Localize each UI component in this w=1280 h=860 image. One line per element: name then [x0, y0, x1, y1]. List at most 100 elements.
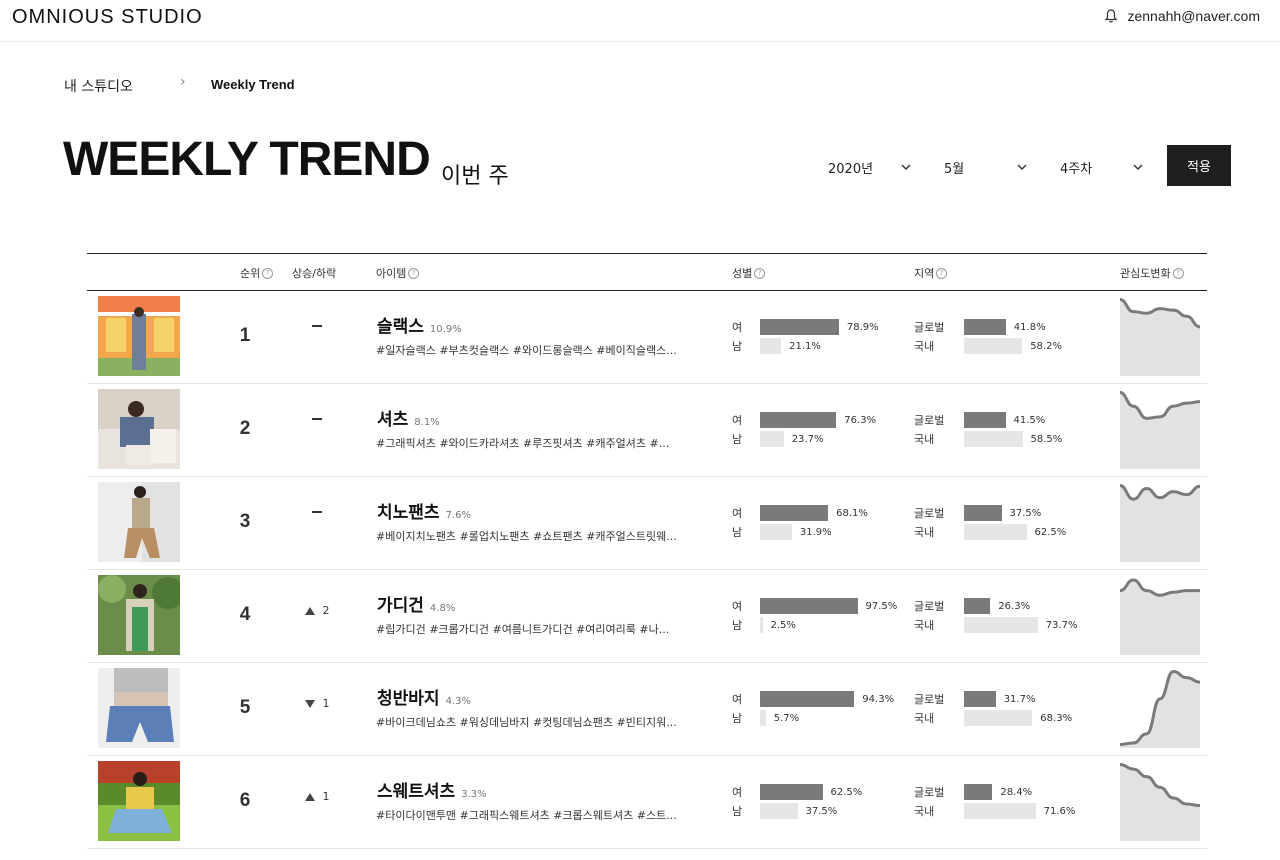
interest-sparkline[interactable]	[1120, 575, 1200, 655]
item-thumbnail[interactable]	[98, 389, 180, 469]
help-icon[interactable]: ?	[408, 267, 420, 279]
item-share: 4.3%	[445, 696, 471, 707]
table-row[interactable]: 6 1 스웨트셔츠 3.3% #타이다이맨투맨 #그래픽스웨트셔츠 #크롭스웨트셔츠 #…	[87, 756, 1207, 849]
gender-female-label: 여	[732, 600, 743, 613]
gender-female-value: 78.9%	[846, 321, 879, 333]
rank-change: 1	[287, 697, 347, 710]
item-name-text: 치노팬츠	[377, 503, 440, 523]
gender-female-bar: 여 76.3%	[732, 412, 876, 428]
item-name[interactable]: 청반바지 4.3%	[377, 684, 471, 709]
help-icon[interactable]: ?	[1172, 267, 1184, 279]
region-global-bar: 글로벌 28.4%	[914, 784, 1032, 800]
gender-male-bar: 남 5.7%	[732, 710, 799, 726]
column-header-change: 상승/하락	[292, 265, 336, 281]
item-name[interactable]: 가디건 4.8%	[377, 591, 455, 616]
region-domestic-bar: 국내 73.7%	[914, 617, 1077, 633]
user-menu[interactable]: zennahh@naver.com	[1103, 8, 1260, 24]
gender-male-label: 남	[732, 805, 743, 818]
brand-logo[interactable]: OMNIOUS STUDIO	[12, 6, 203, 29]
help-icon[interactable]: ?	[262, 267, 274, 279]
help-icon[interactable]: ?	[936, 267, 948, 279]
region-global-value: 41.5%	[1013, 414, 1046, 426]
bar-fill	[760, 505, 829, 521]
year-select[interactable]: 2020년	[828, 150, 912, 184]
gender-female-value: 97.5%	[865, 600, 898, 612]
item-thumbnail[interactable]	[98, 482, 180, 562]
item-name-text: 셔츠	[377, 410, 409, 430]
gender-female-bar: 여 97.5%	[732, 598, 897, 614]
no-change-dash-icon	[312, 418, 322, 420]
item-thumbnail[interactable]	[98, 668, 180, 748]
rank-change-value: 2	[322, 604, 330, 617]
item-name-text: 가디건	[377, 596, 424, 616]
table-row[interactable]: 1 슬랙스 10.9% #일자슬랙스 #부츠컷슬랙스 #와이드롱슬랙스 #베이직슬랙스…	[87, 291, 1207, 384]
region-domestic-value: 73.7%	[1045, 619, 1078, 631]
month-select[interactable]: 5월	[944, 150, 1028, 184]
apply-button[interactable]: 적용	[1167, 145, 1231, 186]
table-row[interactable]: 2 셔츠 8.1% #그래픽셔츠 #와이드카라셔츠 #루즈핏셔츠 #캐주얼셔츠 #..…	[87, 384, 1207, 477]
column-header-gender-label: 성별	[732, 267, 753, 280]
bar-fill	[760, 524, 792, 540]
region-domestic-label: 국내	[914, 619, 935, 632]
column-header-interest: 관심도변화?	[1120, 265, 1184, 281]
item-thumbnail[interactable]	[98, 761, 180, 841]
gender-female-bar: 여 78.9%	[732, 319, 879, 335]
gender-female-bar: 여 62.5%	[732, 784, 862, 800]
rank-change	[287, 325, 347, 327]
chevron-down-icon	[1133, 164, 1143, 170]
region-global-bar: 글로벌 31.7%	[914, 691, 1035, 707]
item-share: 7.6%	[445, 510, 471, 521]
week-select[interactable]: 4주차	[1060, 150, 1144, 184]
region-domestic-value: 58.5%	[1030, 433, 1063, 445]
gender-male-label: 남	[732, 619, 743, 632]
region-global-value: 26.3%	[998, 600, 1031, 612]
region-global-value: 41.8%	[1013, 321, 1046, 333]
gender-female-value: 76.3%	[844, 414, 877, 426]
gender-female-value: 94.3%	[862, 693, 895, 705]
user-email[interactable]: zennahh@naver.com	[1127, 8, 1260, 24]
table-body: 1 슬랙스 10.9% #일자슬랙스 #부츠컷슬랙스 #와이드롱슬랙스 #베이직슬랙스…	[87, 291, 1207, 849]
interest-sparkline[interactable]	[1120, 668, 1200, 748]
gender-male-value: 23.7%	[791, 433, 824, 445]
gender-female-label: 여	[732, 693, 743, 706]
table-row[interactable]: 4 2 가디건 4.8% #립가디건 #크롭가디건 #여름니트가디건 #여리여리룩 #나…	[87, 570, 1207, 663]
rank-change	[287, 418, 347, 420]
item-name[interactable]: 스웨트셔츠 3.3%	[377, 777, 487, 802]
breadcrumb-home[interactable]: 내 스튜디오	[64, 76, 133, 96]
rank-number: 2	[239, 418, 251, 439]
bar-fill	[760, 598, 858, 614]
item-thumbnail[interactable]	[98, 296, 180, 376]
item-share: 10.9%	[429, 324, 462, 335]
item-share: 3.3%	[461, 789, 487, 800]
notification-bell-icon[interactable]	[1103, 8, 1119, 24]
item-name[interactable]: 셔츠 8.1%	[377, 405, 440, 430]
region-domestic-value: 71.6%	[1043, 805, 1076, 817]
item-tags: #타이다이맨투맨 #그래픽스웨트셔츠 #크롭스웨트셔츠 #스트...	[376, 809, 677, 822]
region-domestic-bar: 국내 58.2%	[914, 338, 1062, 354]
bar-fill	[964, 691, 996, 707]
interest-sparkline[interactable]	[1120, 296, 1200, 376]
gender-male-label: 남	[732, 712, 743, 725]
bar-fill	[760, 338, 782, 354]
interest-sparkline[interactable]	[1120, 482, 1200, 562]
bar-fill	[760, 412, 837, 428]
region-global-bar: 글로벌 26.3%	[914, 598, 1030, 614]
item-thumbnail[interactable]	[98, 575, 180, 655]
bar-fill	[760, 710, 766, 726]
column-header-item-label: 아이템	[376, 267, 407, 280]
table-row[interactable]: 3 치노팬츠 7.6% #베이지치노팬츠 #롤업치노팬츠 #쇼트팬츠 #캐주얼스트릿웨…	[87, 477, 1207, 570]
bar-fill	[964, 431, 1023, 447]
interest-sparkline[interactable]	[1120, 761, 1200, 841]
bar-fill	[760, 803, 798, 819]
column-header-item: 아이템?	[376, 265, 420, 281]
item-tags: #바이크데님쇼츠 #워싱데님바지 #컷팅데님쇼팬츠 #빈티지워...	[376, 716, 677, 729]
interest-sparkline[interactable]	[1120, 389, 1200, 469]
rank-change-value: 1	[322, 790, 330, 803]
page-subtitle: 이번 주	[441, 164, 509, 189]
gender-female-label: 여	[732, 507, 743, 520]
help-icon[interactable]: ?	[754, 267, 766, 279]
item-name[interactable]: 슬랙스 10.9%	[377, 312, 462, 337]
item-name[interactable]: 치노팬츠 7.6%	[377, 498, 471, 523]
table-row[interactable]: 5 1 청반바지 4.3% #바이크데님쇼츠 #워싱데님바지 #컷팅데님쇼팬츠 #빈티지…	[87, 663, 1207, 756]
gender-female-bar: 여 68.1%	[732, 505, 868, 521]
